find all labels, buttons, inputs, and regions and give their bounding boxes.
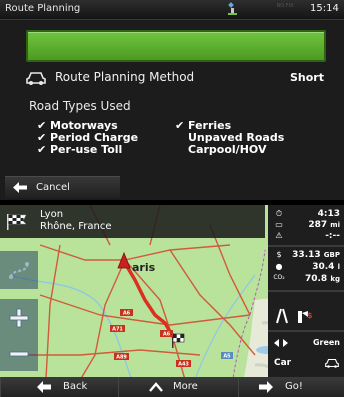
road-type-icons: $ <box>276 308 313 324</box>
toll-icon <box>298 311 302 323</box>
motorway-icon <box>276 308 288 324</box>
cancel-button[interactable]: Cancel <box>5 176 120 198</box>
go-label: Go! <box>285 381 303 392</box>
trip-distance: 287 mi <box>308 220 340 230</box>
co2-icon: CO₂ <box>273 274 285 281</box>
city-label: aris <box>132 261 156 274</box>
checkered-flag-icon <box>7 214 27 230</box>
road-shield-a6-south: A6 <box>160 330 173 338</box>
car-icon <box>325 358 339 368</box>
route-planning-method-value: Short <box>290 71 324 84</box>
route-overview-screen: aris A6 A6 A71 A89 A43 A5 Lyon Rhône, Fr… <box>0 205 344 397</box>
delay-value: -:-- <box>325 231 340 241</box>
route-icon <box>9 262 29 279</box>
road-types-list-left: ✔ Motorways ✔ Period Charge ✔ Per-use Toll <box>37 120 138 156</box>
screen-title: Route Planning <box>5 3 81 14</box>
go-button[interactable]: Go! <box>238 377 344 397</box>
cost-row: $ 33.13 GBP <box>268 250 344 262</box>
road-shield-a43: A43 <box>176 360 191 368</box>
delay-row: ⚠ -:-- <box>268 231 344 243</box>
forward-arrow-icon <box>259 381 273 393</box>
bottom-button-bar: Back More Go! <box>0 377 344 397</box>
more-label: More <box>173 381 198 392</box>
warning-icon: ⚠ <box>275 231 283 240</box>
trip-time: 4:13 <box>317 209 340 219</box>
route-arrows-icon <box>274 339 288 347</box>
dollar-icon: $ <box>276 250 282 259</box>
road-shield-a5: A5 <box>221 352 233 360</box>
fuel-consumption: 30.4 l <box>312 262 340 272</box>
more-button[interactable]: More <box>118 377 238 397</box>
zoom-out-button[interactable] <box>0 335 38 371</box>
cancel-label: Cancel <box>36 182 70 193</box>
co2-emission: 70.8 kg <box>304 274 340 284</box>
car-icon <box>26 72 46 85</box>
status-bar: Route Planning NO FIX 15:14 <box>0 0 344 20</box>
svg-text:A5: A5 <box>223 354 231 360</box>
svg-text:A71: A71 <box>112 327 123 333</box>
route-calculation-progress-bar <box>26 30 326 62</box>
svg-text:A89: A89 <box>116 355 127 361</box>
destination-city: Lyon <box>40 209 64 220</box>
back-label: Back <box>63 381 88 392</box>
distance-icon: ▭ <box>275 220 283 229</box>
svg-text:A6: A6 <box>163 332 171 338</box>
road-type-per-use-toll[interactable]: ✔ Per-use Toll <box>37 144 138 156</box>
minus-icon <box>9 351 29 357</box>
route-preview-button[interactable] <box>0 251 38 289</box>
road-shield-a89: A89 <box>114 353 129 361</box>
back-arrow-icon <box>37 381 51 393</box>
clock: 15:14 <box>310 3 339 14</box>
satellite-icon <box>228 2 237 15</box>
back-button[interactable]: Back <box>0 377 118 397</box>
route-summary-panel[interactable]: ⏱ 4:13 ▭ 287 mi ⚠ -:-- $ 33.13 GBP ● 30.… <box>268 205 344 377</box>
gps-status: NO FIX <box>276 3 294 9</box>
road-shield-a6: A6 <box>120 309 133 317</box>
road-types-list-right: ✔ Ferries Unpaved Roads Carpool/HOV <box>175 120 284 156</box>
destination-region: Rhône, France <box>40 221 112 232</box>
eco-label: Green <box>312 338 340 347</box>
fuel-row: ● 30.4 l <box>268 262 344 274</box>
road-type-carpool-hov[interactable]: Carpool/HOV <box>175 144 284 156</box>
chevron-up-icon <box>149 382 163 392</box>
trip-cost: 33.13 GBP <box>292 250 340 260</box>
road-shield-a71: A71 <box>110 325 125 333</box>
route-planning-method-label: Route Planning Method <box>55 70 195 84</box>
route-planning-method-row[interactable]: Route Planning Method Short <box>26 68 326 88</box>
vehicle-row[interactable]: Car <box>268 355 344 371</box>
plus-icon <box>9 308 29 328</box>
svg-text:$: $ <box>307 311 313 320</box>
road-types-heading: Road Types Used <box>29 99 131 113</box>
co2-row: CO₂ 70.8 kg <box>268 274 344 286</box>
fuel-drop-icon: ● <box>275 262 283 271</box>
check-icon: ✔ <box>175 119 185 132</box>
back-arrow-icon <box>13 182 27 193</box>
destination-panel[interactable]: Lyon Rhône, France <box>0 205 265 238</box>
svg-text:A43: A43 <box>178 362 189 368</box>
vehicle-label: Car <box>274 358 292 368</box>
stopwatch-icon: ⏱ <box>275 209 283 218</box>
check-icon: ✔ <box>37 143 47 156</box>
svg-text:A6: A6 <box>123 311 131 317</box>
route-planning-screen: Route Planning NO FIX 15:14 Route Planni… <box>0 0 344 200</box>
route-type-row[interactable]: Green <box>268 336 344 350</box>
zoom-in-button[interactable] <box>0 299 38 335</box>
